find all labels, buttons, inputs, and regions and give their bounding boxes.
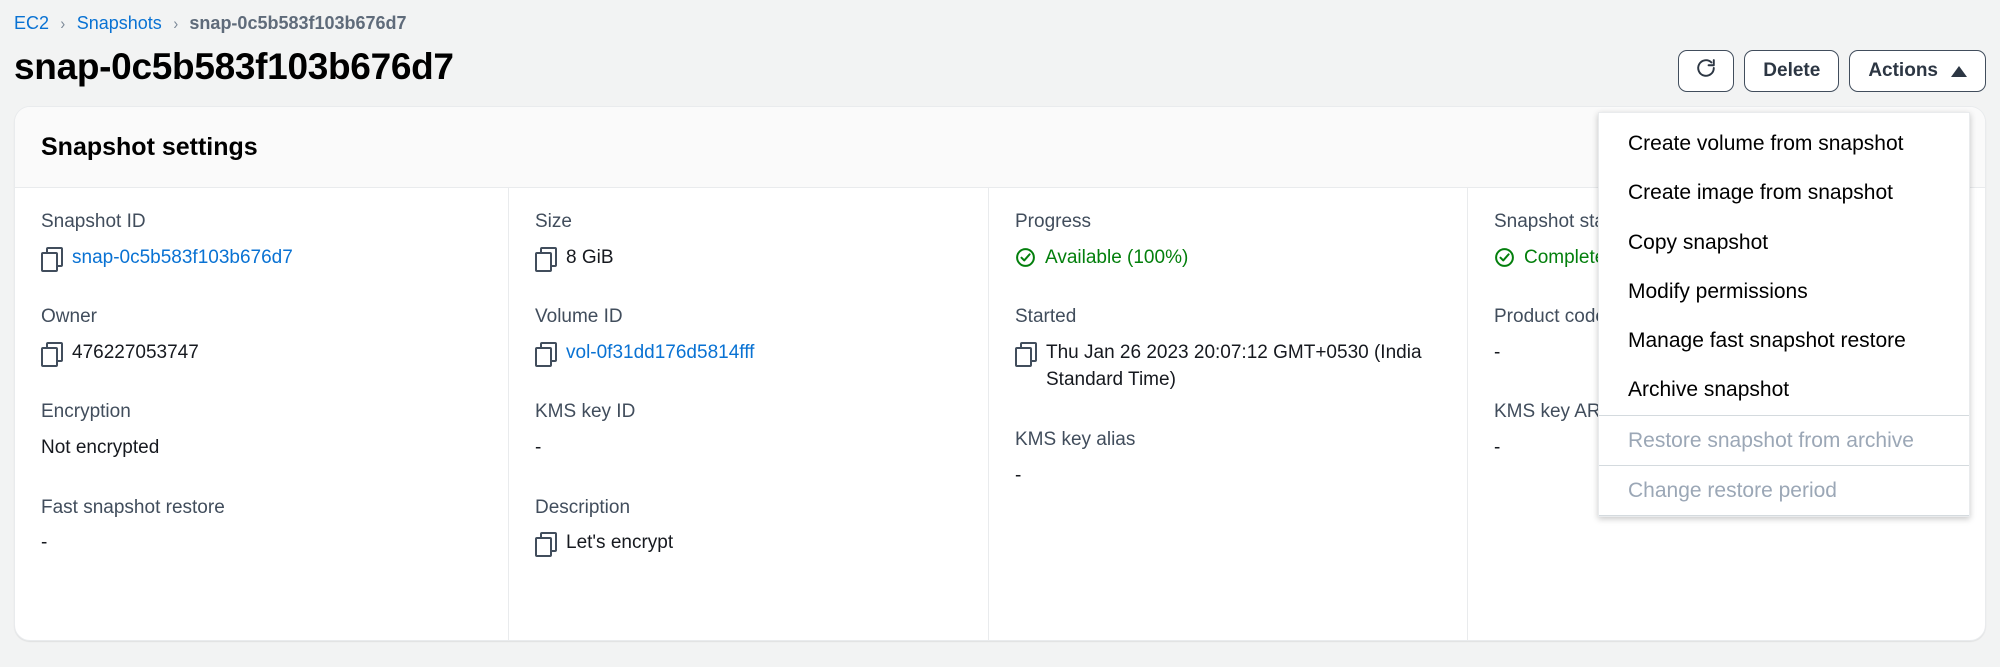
detail-column: Snapshot ID snap-0c5b583f103b676d7 Owner 47… [15, 188, 509, 640]
field-label-kms-key-id: KMS key ID [535, 401, 636, 423]
field-value-snapshot-id[interactable]: snap-0c5b583f103b676d7 [72, 244, 508, 272]
check-circle-icon [1494, 247, 1515, 268]
copy-icon[interactable] [535, 246, 557, 272]
field-fast-snapshot-restore: Fast snapshot restore - [41, 496, 508, 557]
menu-item-manage-fast-snapshot-restore[interactable]: Manage fast snapshot restore [1599, 316, 1969, 365]
field-value-wrap-owner: 476227053747 [41, 339, 508, 367]
caret-up-icon [1951, 65, 1967, 77]
field-value-wrap-description: Let's encrypt [535, 529, 988, 558]
field-value-size: 8 GiB [566, 246, 614, 268]
breadcrumb-item-ec2[interactable]: EC2 [14, 13, 49, 34]
detail-column: Size 8 GiB Volume ID vol-0f31dd176d5814fff K… [509, 188, 989, 640]
field-label-encryption: Encryption [41, 401, 131, 423]
copy-icon[interactable] [535, 341, 557, 367]
field-value-encryption: Not encrypted [41, 437, 160, 459]
field-label-description: Description [535, 496, 631, 518]
menu-item-change-restore-period: Change restore period [1599, 466, 1969, 517]
refresh-icon [1695, 57, 1717, 85]
field-label-fast-snapshot-restore: Fast snapshot restore [41, 496, 225, 518]
breadcrumb-item-snapshots[interactable]: Snapshots [77, 13, 162, 34]
field-value-description: Let's encrypt [566, 532, 674, 554]
field-label-progress: Progress [1015, 211, 1092, 232]
menu-item-restore-snapshot-from-archive: Restore snapshot from archive [1599, 414, 1969, 467]
field-value-wrap-kms-key-id: - [535, 434, 988, 462]
header-action-buttons: Delete Actions [1678, 44, 1986, 92]
field-label-started: Started [1015, 306, 1077, 328]
field-description: Description Let's encrypt [535, 496, 988, 558]
field-size: Size 8 GiB [535, 210, 988, 272]
field-encryption: Encryption Not encrypted [41, 400, 508, 461]
field-started: Started Thu Jan 26 2023 20:07:12 GMT+0530… [1015, 305, 1467, 394]
field-value-wrap-kms-key-alias: - [1015, 462, 1467, 490]
menu-item-create-image-from-snapshot[interactable]: Create image from snapshot [1599, 168, 1969, 217]
actions-dropdown-menu[interactable]: Create volume from snapshot Create image … [1598, 112, 1970, 518]
copy-icon[interactable] [1015, 341, 1037, 367]
field-snapshot-id: Snapshot ID snap-0c5b583f103b676d7 [41, 210, 508, 272]
field-label-size: Size [535, 211, 572, 232]
breadcrumb-separator: › [173, 13, 178, 33]
detail-column: Progress Available (100%) Started Thu Jan 2… [989, 188, 1468, 640]
field-progress: Progress Available (100%) [1015, 210, 1467, 271]
field-owner: Owner 476227053747 [41, 305, 508, 367]
copy-icon[interactable] [41, 341, 63, 367]
field-volume-id: Volume ID vol-0f31dd176d5814fff [535, 305, 988, 367]
actions-button-label: Actions [1868, 60, 1938, 81]
menu-item-modify-permissions[interactable]: Modify permissions [1599, 267, 1969, 316]
field-label-owner: Owner [41, 306, 97, 328]
field-value-volume-id[interactable]: vol-0f31dd176d5814fff [566, 339, 988, 367]
field-label-snapshot-id: Snapshot ID [41, 211, 146, 232]
copy-icon[interactable] [41, 246, 63, 272]
field-value-wrap-encryption: Not encrypted [41, 434, 508, 462]
field-value-wrap-volume-id: vol-0f31dd176d5814fff [535, 339, 988, 367]
field-value-started: Thu Jan 26 2023 20:07:12 GMT+0530 (India… [1046, 341, 1422, 391]
status-badge-progress: Available (100%) [1015, 244, 1467, 272]
field-value-kms-key-alias: - [1015, 464, 1022, 486]
menu-item-create-volume-from-snapshot[interactable]: Create volume from snapshot [1599, 119, 1969, 168]
menu-item-copy-snapshot[interactable]: Copy snapshot [1599, 218, 1969, 267]
menu-item-archive-snapshot[interactable]: Archive snapshot [1599, 365, 1969, 414]
field-kms-key-id: KMS key ID - [535, 400, 988, 461]
breadcrumb: EC2 › Snapshots › snap-0c5b583f103b676d7 [0, 0, 2000, 34]
delete-button[interactable]: Delete [1744, 50, 1840, 92]
field-value-wrap-size: 8 GiB [535, 244, 988, 272]
delete-button-label: Delete [1763, 60, 1821, 81]
field-label-kms-key-alias: KMS key alias [1015, 429, 1136, 451]
breadcrumb-item-snap-0c5b583f103b676d7: snap-0c5b583f103b676d7 [189, 12, 407, 33]
field-value-wrap-progress: Available (100%) [1015, 244, 1467, 272]
field-value-progress: Available (100%) [1045, 246, 1189, 268]
page-header: snap-0c5b583f103b676d7 Delete Actions [0, 34, 2000, 96]
field-value-fast-snapshot-restore: - [41, 532, 48, 554]
page-title: snap-0c5b583f103b676d7 [14, 46, 454, 87]
field-value-kms-key-id: - [535, 437, 542, 459]
breadcrumb-separator: › [60, 13, 66, 33]
field-label-volume-id: Volume ID [535, 306, 623, 328]
copy-icon[interactable] [535, 532, 557, 558]
field-kms-key-alias: KMS key alias - [1015, 428, 1467, 489]
panel-title: Snapshot settings [41, 132, 258, 161]
refresh-button[interactable] [1678, 50, 1735, 92]
field-value-wrap-snapshot-id: snap-0c5b583f103b676d7 [41, 244, 508, 272]
field-value-wrap-fast-snapshot-restore: - [41, 529, 508, 557]
check-circle-icon [1015, 247, 1036, 268]
actions-button[interactable]: Actions [1849, 50, 1986, 92]
field-value-wrap-started: Thu Jan 26 2023 20:07:12 GMT+0530 (India… [1015, 339, 1467, 394]
field-value-owner: 476227053747 [72, 341, 199, 363]
